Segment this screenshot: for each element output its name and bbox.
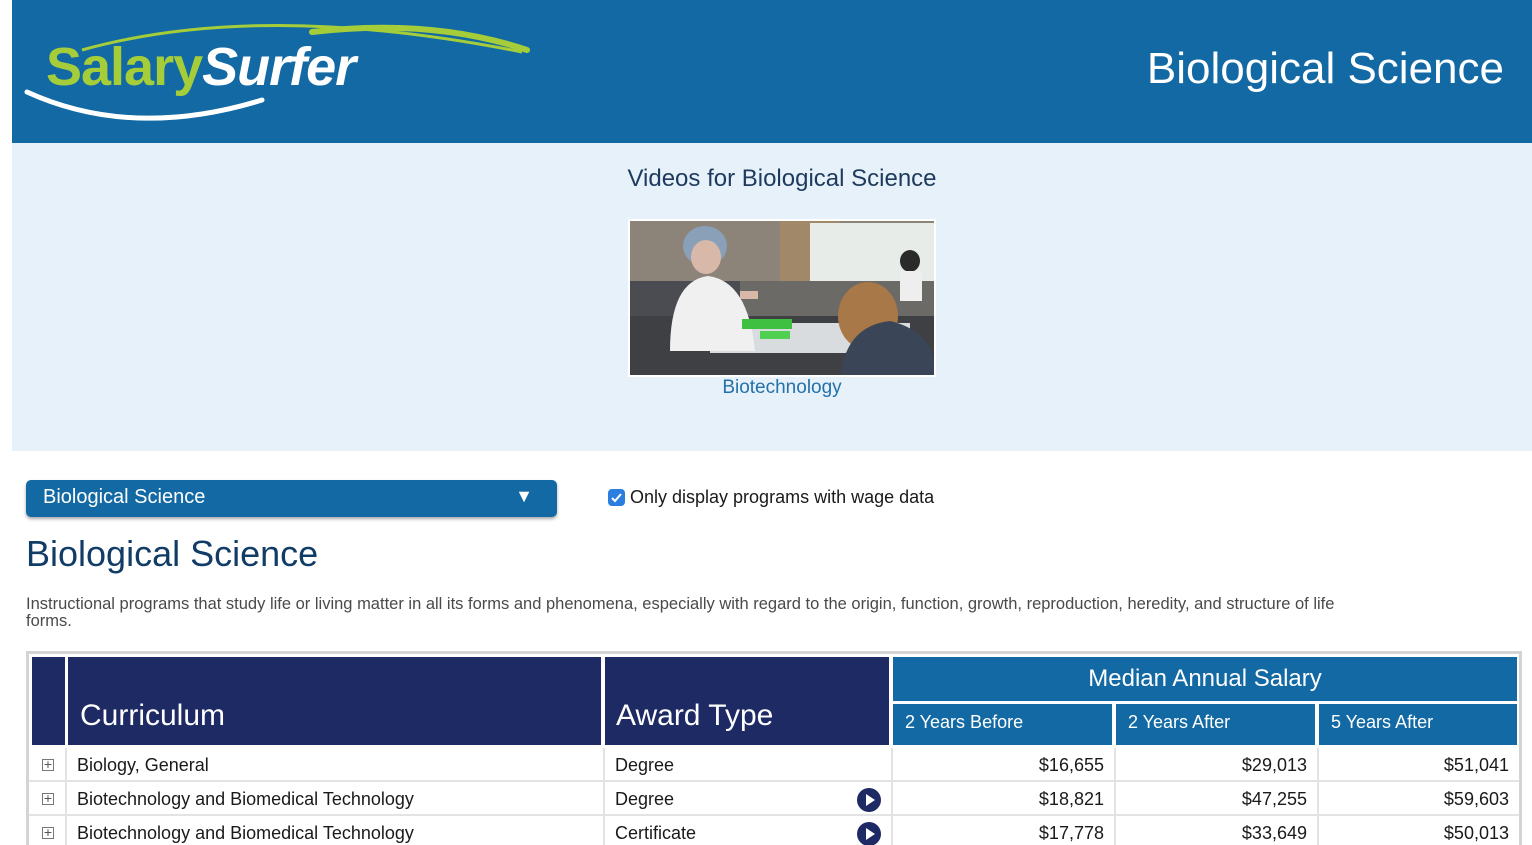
five-years-after-header[interactable]: 5 Years After: [1319, 704, 1517, 745]
play-video-icon[interactable]: [857, 788, 881, 812]
column-divider: [65, 782, 67, 816]
two-years-before-cell: $17,778: [1038, 823, 1104, 843]
column-divider: [603, 748, 605, 782]
table-row: + Biology, General Degree $16,655 $29,01…: [29, 748, 1519, 782]
program-dropdown[interactable]: Biological Science ▼: [26, 480, 557, 517]
five-years-after-cell: $50,013: [1443, 823, 1509, 843]
column-divider: [603, 782, 605, 816]
curriculum-cell[interactable]: Biotechnology and Biomedical Technology: [77, 782, 414, 816]
salary-table: Curriculum Award Type Median Annual Sala…: [26, 651, 1522, 845]
two-years-before-cell: $16,655: [1038, 755, 1104, 775]
five-years-after-cell: $59,603: [1443, 789, 1509, 809]
award-type-cell: Degree: [615, 789, 675, 809]
program-dropdown-value: Biological Science: [43, 486, 206, 508]
award-type-header[interactable]: Award Type: [605, 657, 889, 745]
logo-surfer-text: Surfer: [202, 37, 356, 97]
column-divider: [65, 748, 67, 782]
award-type-cell: Degree: [615, 755, 675, 775]
two-years-after-cell: $29,013: [1241, 755, 1307, 775]
lab-scene-image: [630, 221, 934, 375]
two-years-before-cell: $18,821: [1038, 789, 1104, 809]
site-header: SalarySurfer Biological Science: [12, 0, 1532, 143]
triangle-down-icon: ▼: [515, 486, 533, 506]
wage-data-checkbox[interactable]: [608, 488, 625, 506]
median-salary-header: Median Annual Salary: [893, 657, 1517, 701]
expand-plus-icon[interactable]: +: [42, 827, 54, 839]
curriculum-cell[interactable]: Biology, General: [77, 748, 209, 782]
video-heading: Videos for Biological Science: [627, 165, 937, 192]
wage-filter: Only display programs with wage data: [608, 487, 934, 507]
wage-filter-label[interactable]: Only display programs with wage data: [630, 487, 934, 508]
two-years-after-cell: $33,649: [1241, 823, 1307, 843]
table-row: + Biotechnology and Biomedical Technolog…: [29, 782, 1519, 816]
video-section: Videos for Biological Science Biotechnol…: [12, 143, 1532, 451]
column-divider: [65, 816, 67, 845]
five-years-after-cell: $51,041: [1443, 755, 1509, 775]
checkmark-icon: [611, 492, 622, 502]
page-margin: [0, 0, 12, 845]
column-divider: [603, 816, 605, 845]
two-years-after-header[interactable]: 2 Years After: [1116, 704, 1315, 745]
table-row: + Biotechnology and Biomedical Technolog…: [29, 816, 1519, 845]
header-title: Biological Science: [1146, 44, 1504, 93]
video-thumbnail[interactable]: [628, 219, 936, 377]
logo-wordmark: SalarySurfer: [46, 36, 356, 98]
expand-plus-icon[interactable]: +: [42, 793, 54, 805]
two-years-after-cell: $47,255: [1241, 789, 1307, 809]
play-video-icon[interactable]: [857, 822, 881, 845]
award-type-cell: Certificate: [615, 823, 697, 843]
logo-salary-text: Salary: [46, 37, 203, 97]
expand-column-header: [32, 657, 65, 745]
program-title: Biological Science: [26, 533, 319, 574]
program-description: Instructional programs that study life o…: [26, 595, 1335, 630]
curriculum-header[interactable]: Curriculum: [68, 657, 601, 745]
salarysurfer-logo[interactable]: SalarySurfer: [12, 0, 532, 143]
curriculum-cell[interactable]: Biotechnology and Biomedical Technology: [77, 816, 414, 845]
video-caption-link[interactable]: Biotechnology: [12, 377, 1532, 399]
expand-plus-icon[interactable]: +: [42, 759, 54, 771]
two-years-before-header[interactable]: 2 Years Before: [893, 704, 1112, 745]
